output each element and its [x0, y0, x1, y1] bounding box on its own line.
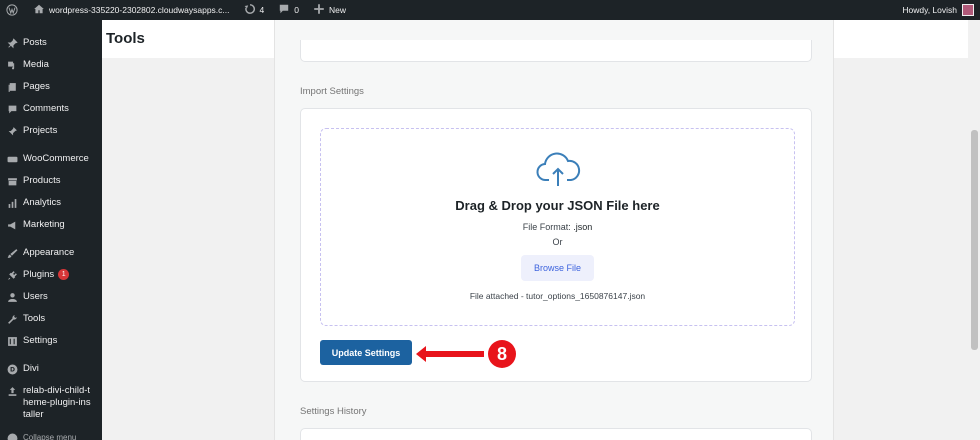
sidebar-item-label: Media — [23, 59, 49, 70]
sidebar-item-media[interactable]: Media — [0, 59, 102, 71]
step-number: 8 — [497, 344, 507, 364]
user-icon — [6, 291, 18, 303]
sidebar-item-label: Pages — [23, 81, 50, 92]
my-account[interactable]: Howdy, Lovish — [902, 0, 974, 20]
wrench-icon — [6, 313, 18, 325]
previous-card — [300, 40, 812, 62]
sidebar-item-divi[interactable]: D Divi — [0, 363, 102, 375]
file-format-value: .json — [573, 222, 593, 232]
step-annotation: 8 — [416, 340, 516, 368]
sidebar-item-settings[interactable]: Settings — [0, 335, 102, 347]
browse-file-button[interactable]: Browse File — [521, 255, 594, 281]
sidebar-item-label: Tools — [23, 313, 46, 324]
page-title: Tools — [106, 30, 145, 47]
sidebar-item-label: Plugins — [23, 269, 55, 280]
sidebar-item-label: Users — [23, 291, 48, 302]
dropzone-title: Drag & Drop your JSON File here — [455, 198, 660, 213]
woo-icon — [6, 153, 18, 165]
update-settings-button[interactable]: Update Settings — [320, 340, 412, 365]
sidebar-item-label: WooCommerce — [23, 153, 89, 164]
settings-history-label: Settings History — [300, 406, 367, 417]
megaphone-icon — [6, 219, 18, 231]
sidebar-item-analytics[interactable]: Analytics — [0, 197, 102, 209]
sidebar-item-label: Analytics — [23, 197, 62, 208]
sidebar-item-users[interactable]: Users — [0, 291, 102, 303]
sidebar-item-label: Settings — [23, 335, 58, 346]
new-content-link[interactable]: New — [304, 0, 351, 20]
media-icon — [6, 59, 18, 71]
sidebar-item-tools[interactable]: Tools — [0, 313, 102, 325]
file-attached-text: File attached - tutor_options_1650876147… — [469, 291, 646, 301]
sidebar-item-projects[interactable]: Projects — [0, 125, 102, 137]
sidebar-item-label: Marketing — [23, 219, 65, 230]
settings-icon — [6, 335, 18, 347]
comments-count: 0 — [294, 5, 299, 15]
collapse-menu-button[interactable]: Collapse menu — [0, 432, 102, 440]
updates-link[interactable]: 4 — [235, 0, 270, 20]
import-settings-label: Import Settings — [300, 86, 364, 97]
import-settings-card: Drag & Drop your JSON File here File For… — [300, 108, 812, 382]
annotation-arrow — [416, 346, 484, 362]
file-format-label: File Format: — [522, 222, 571, 232]
file-format-text: File Format: .json — [321, 222, 794, 232]
howdy-text: Howdy, Lovish — [902, 5, 957, 15]
comment-icon — [6, 103, 18, 115]
sidebar-item-label: Projects — [23, 125, 58, 136]
sidebar-item-appearance[interactable]: Appearance — [0, 247, 102, 259]
new-label: New — [328, 5, 346, 15]
site-name-link[interactable]: wordpress-335220-2302802.cloudwaysapps.c… — [24, 0, 235, 20]
upload-icon — [6, 385, 18, 397]
sidebar-item-relab-installer[interactable]: relab-divi-child-theme-plugin-installer — [0, 385, 102, 421]
file-dropzone[interactable]: Drag & Drop your JSON File here File For… — [320, 128, 795, 326]
svg-text:D: D — [9, 366, 14, 373]
updates-count: 4 — [259, 5, 265, 15]
site-name: wordpress-335220-2302802.cloudwaysapps.c… — [49, 5, 230, 15]
collapse-icon — [6, 432, 18, 440]
sidebar-item-label: Comments — [23, 103, 69, 114]
plug-icon — [6, 269, 18, 281]
sidebar-item-posts[interactable]: Posts — [0, 37, 102, 49]
sidebar-item-comments[interactable]: Comments — [0, 103, 102, 115]
sidebar-item-label: Divi — [23, 363, 39, 374]
pin-icon — [6, 125, 18, 137]
sidebar-item-label: Products — [23, 175, 61, 186]
sidebar-item-woocommerce[interactable]: WooCommerce — [0, 153, 102, 165]
comments-link[interactable]: 0 — [269, 0, 304, 20]
comment-bubble-icon — [278, 3, 290, 17]
sidebar-item-label: relab-divi-child-theme-plugin-installer — [23, 385, 91, 420]
bar-chart-icon — [6, 197, 18, 209]
updates-icon — [244, 3, 256, 17]
scrollbar-thumb[interactable] — [971, 130, 978, 350]
pages-icon — [6, 81, 18, 93]
update-count-badge: 1 — [58, 269, 70, 280]
brush-icon — [6, 247, 18, 259]
wordpress-logo-icon[interactable] — [0, 0, 24, 20]
cloud-upload-icon — [536, 152, 581, 186]
settings-history-card — [300, 428, 812, 440]
admin-bar: wordpress-335220-2302802.cloudwaysapps.c… — [0, 0, 980, 20]
collapse-label: Collapse menu — [23, 433, 77, 440]
products-icon — [6, 175, 18, 187]
sidebar-item-products[interactable]: Products — [0, 175, 102, 187]
home-icon — [33, 3, 45, 17]
divi-icon: D — [6, 363, 18, 375]
sidebar-item-plugins[interactable]: Plugins 1 — [0, 269, 102, 281]
sidebar-item-label: Appearance — [23, 247, 75, 258]
sidebar-item-marketing[interactable]: Marketing — [0, 219, 102, 231]
avatar — [962, 4, 974, 16]
plus-icon — [313, 3, 325, 17]
sidebar-item-label: Posts — [23, 37, 47, 48]
sidebar-item-pages[interactable]: Pages — [0, 81, 102, 93]
or-text: Or — [552, 237, 563, 247]
admin-sidebar: Posts Media Pages Comments Projects WooC… — [0, 20, 102, 440]
pin-icon — [6, 37, 18, 49]
